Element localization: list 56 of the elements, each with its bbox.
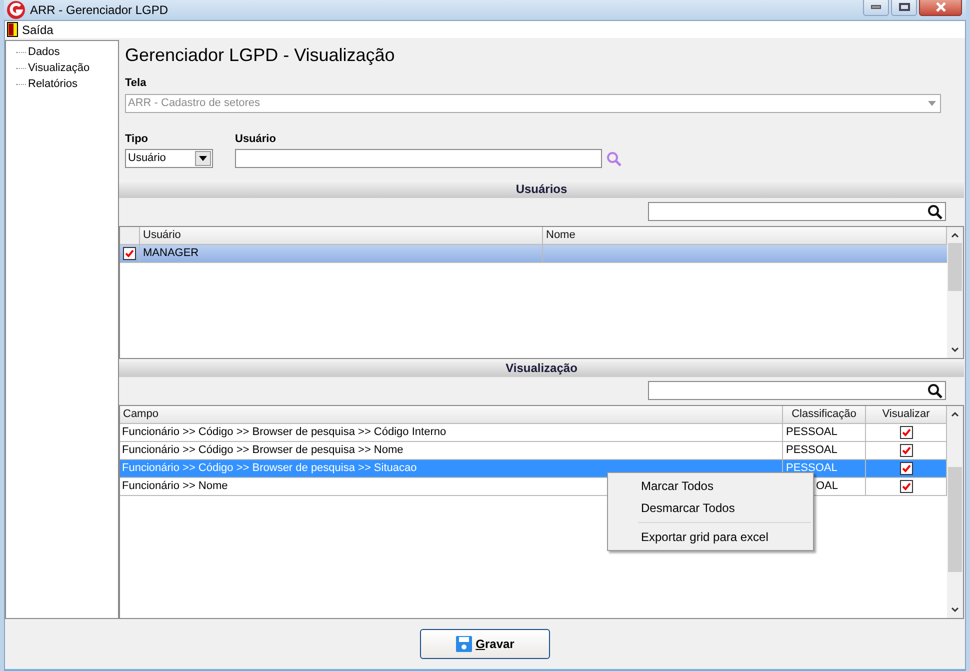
close-button[interactable] [919,0,962,16]
table-cell-text: OAL [815,479,838,494]
user-input-field[interactable] [235,149,602,168]
maximize-button[interactable] [891,0,917,16]
column-header[interactable]: Visualizar [866,406,947,424]
menu-item[interactable]: Saída [5,20,56,38]
grid-row[interactable]: Funcionário >> Código >> Browser de pesquisa >> Código Interno PESSOAL [120,424,947,442]
table-cell-text: PESSOAL [785,425,838,440]
scroll-up-icon[interactable] [951,232,959,238]
tree-item[interactable]: Visualização [28,60,90,76]
scroll-up-icon[interactable] [951,411,959,417]
section-header: Usuários [119,180,964,198]
page-heading: Gerenciador LGPD - Visualização [125,44,396,66]
scroll-down-icon[interactable] [951,347,959,353]
scrollbar[interactable] [947,227,963,358]
close-icon [934,2,946,12]
minimize-button[interactable] [863,0,889,16]
checkbox[interactable] [900,480,912,493]
exit-door-icon [7,22,18,37]
checkbox[interactable] [123,247,136,260]
save-button[interactable]: Gravar [420,629,550,659]
tree-item[interactable]: Relatórios [28,76,78,92]
grid-search-field[interactable] [648,381,946,400]
grid-row[interactable]: MANAGER [120,245,947,263]
search-icon[interactable] [927,382,943,398]
app-logo-icon [6,0,26,20]
column-header[interactable]: Campo [120,406,783,424]
section-header: Visualização [119,359,964,377]
column-header[interactable]: Usuário [140,227,543,245]
window-title: ARR - Gerenciador LGPD [30,2,170,19]
table-cell-text: PESSOAL [785,443,838,458]
menu-item[interactable]: Desmarcar Todos [608,497,813,519]
checkbox[interactable] [900,444,912,457]
field-label: Tipo [125,132,150,146]
table-cell-text: PESSOAL [785,461,838,476]
table-cell: Funcionário >> Código >> Browser de pesquisa >> Código Interno [120,424,783,441]
menu-item[interactable]: Exportar grid para excel [608,526,813,548]
grid-row[interactable]: Funcionário >> Código >> Browser de pesquisa >> Nome PESSOAL [120,442,947,460]
tree-item[interactable]: Dados [28,44,60,60]
field-label: Tela [125,76,148,91]
table-cell: Funcionário >> Código >> Browser de pesquisa >> Nome [120,442,783,459]
checkbox[interactable] [900,426,912,439]
column-header[interactable]: Classificação [783,406,866,424]
search-icon[interactable] [927,204,943,220]
table-cell: MANAGER [140,245,543,262]
tipo-dropdown[interactable]: Usuário [125,149,213,168]
header-corner [120,227,140,245]
checkbox[interactable] [900,462,912,475]
scroll-down-icon[interactable] [951,607,959,613]
scrollbar[interactable] [947,406,963,618]
field-label: Usuário [235,132,277,146]
dropdown-arrow-icon [928,100,936,106]
minimize-icon [871,5,881,9]
grid-search-field[interactable] [648,202,946,221]
column-header[interactable]: Nome [543,227,947,245]
restore-icon [898,3,910,11]
